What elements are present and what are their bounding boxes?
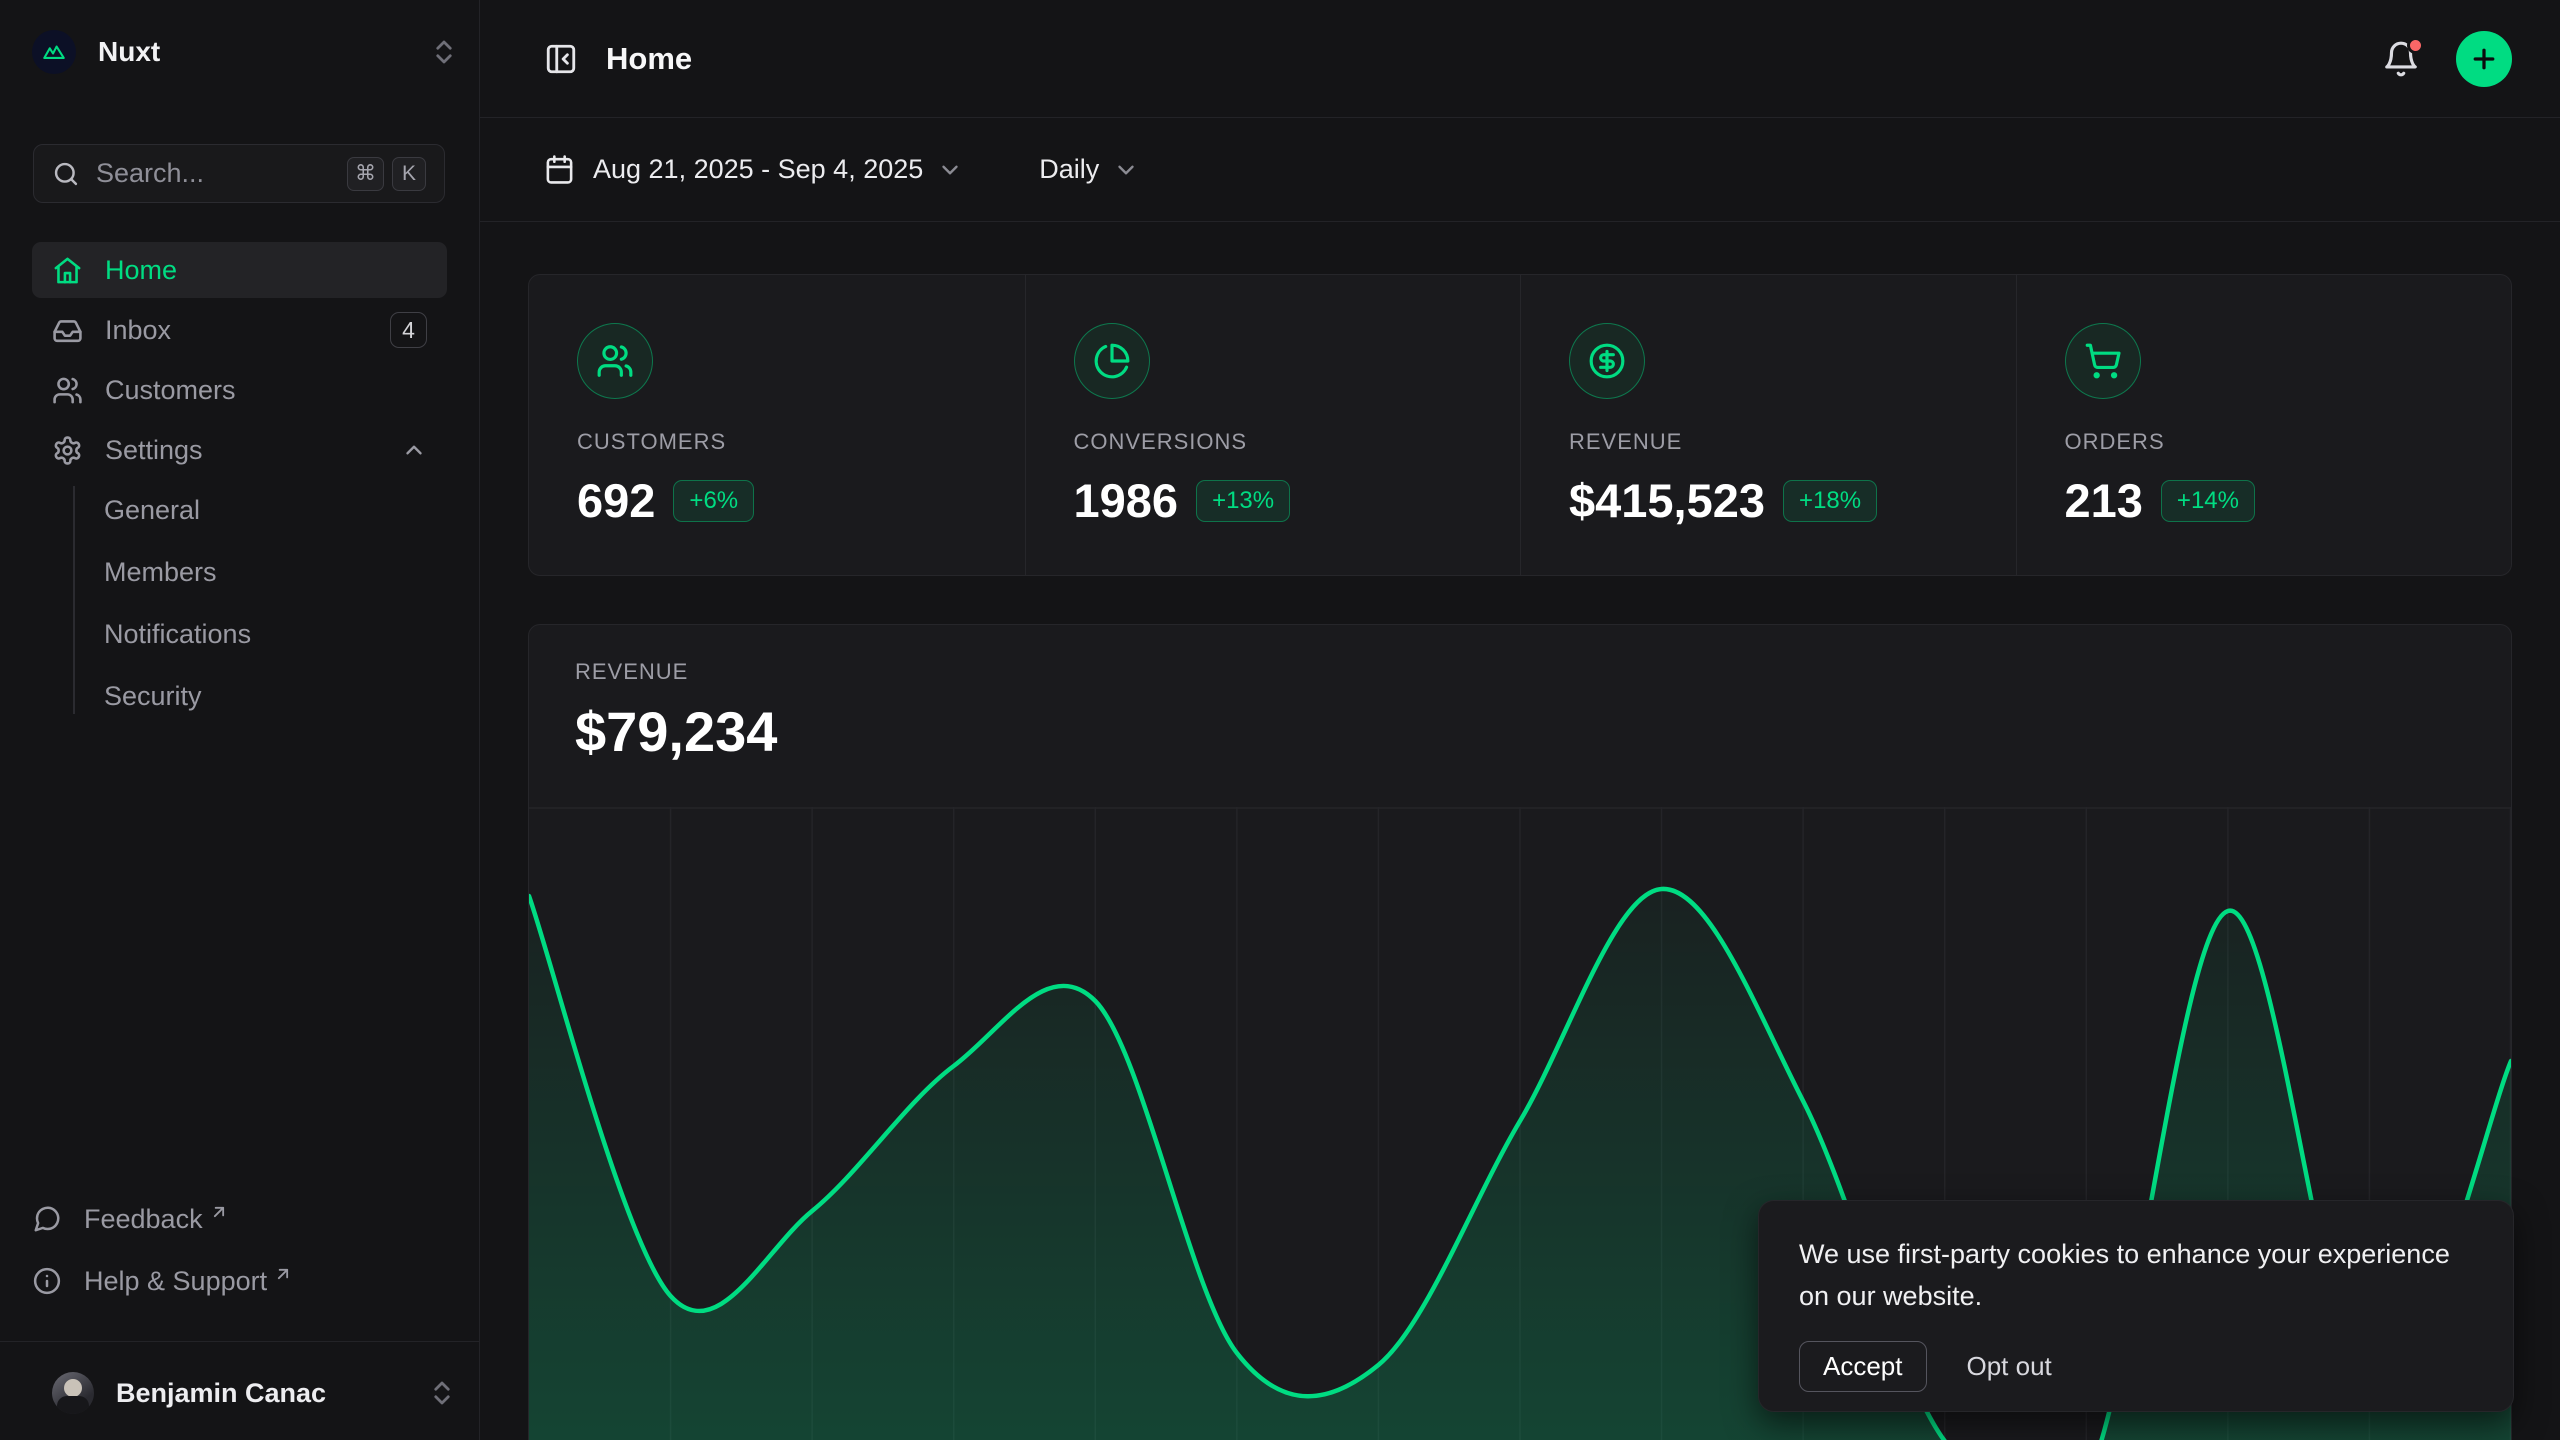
dollar-circle-icon bbox=[1569, 323, 1645, 399]
chevrons-up-down-icon bbox=[427, 1378, 457, 1408]
sidebar-item-label: Security bbox=[104, 681, 202, 712]
granularity-value: Daily bbox=[1039, 154, 1099, 185]
calendar-icon bbox=[544, 154, 575, 185]
stat-label: CONVERSIONS bbox=[1074, 429, 1521, 455]
accept-cookies-button[interactable]: Accept bbox=[1799, 1341, 1927, 1392]
search-placeholder: Search... bbox=[96, 158, 339, 189]
stat-label: CUSTOMERS bbox=[577, 429, 1025, 455]
sidebar-item-label: Home bbox=[105, 255, 177, 286]
sidebar-item-home[interactable]: Home bbox=[32, 242, 447, 298]
stat-delta-badge: +18% bbox=[1783, 480, 1877, 522]
users-icon bbox=[52, 375, 83, 406]
sidebar-nav: Home Inbox 4 bbox=[32, 242, 447, 730]
feedback-label: Feedback bbox=[84, 1204, 203, 1235]
users-icon bbox=[577, 323, 653, 399]
sidebar-item-label: Settings bbox=[105, 435, 203, 466]
chevron-down-icon bbox=[937, 157, 963, 183]
sidebar-item-general[interactable]: General bbox=[104, 482, 447, 538]
sidebar-footer: Feedback Help & Support bbox=[32, 1188, 447, 1312]
stat-card-revenue[interactable]: REVENUE $415,523 +18% bbox=[1520, 275, 2016, 575]
sidebar-item-members[interactable]: Members bbox=[104, 544, 447, 600]
stat-label: ORDERS bbox=[2065, 429, 2512, 455]
kbd-meta: ⌘ bbox=[347, 157, 384, 191]
stat-value: 213 bbox=[2065, 473, 2143, 528]
revenue-chart-label: REVENUE bbox=[575, 659, 2511, 685]
sidebar-item-security[interactable]: Security bbox=[104, 668, 447, 724]
sidebar-item-label: Customers bbox=[105, 375, 236, 406]
revenue-chart-total: $79,234 bbox=[575, 699, 2511, 764]
sidebar-item-settings[interactable]: Settings bbox=[32, 422, 447, 478]
cookie-banner: We use first-party cookies to enhance yo… bbox=[1758, 1200, 2514, 1412]
help-support-link[interactable]: Help & Support bbox=[32, 1250, 447, 1312]
chevrons-up-down-icon bbox=[429, 37, 459, 67]
notifications-button[interactable] bbox=[2382, 40, 2420, 78]
chevron-up-icon bbox=[401, 437, 427, 463]
user-menu[interactable]: Benjamin Canac bbox=[32, 1358, 459, 1428]
plus-icon bbox=[2469, 44, 2499, 74]
app-root: Nuxt Search... ⌘ K bbox=[0, 0, 2560, 1440]
sidebar-divider bbox=[0, 1341, 479, 1342]
inbox-icon bbox=[52, 315, 83, 346]
gear-icon bbox=[52, 435, 83, 466]
sidebar-item-customers[interactable]: Customers bbox=[32, 362, 447, 418]
stat-value: 692 bbox=[577, 473, 655, 528]
feedback-link[interactable]: Feedback bbox=[32, 1188, 447, 1250]
help-support-label: Help & Support bbox=[84, 1266, 267, 1297]
page-title: Home bbox=[606, 41, 2382, 77]
date-range-value: Aug 21, 2025 - Sep 4, 2025 bbox=[593, 154, 923, 185]
collapse-sidebar-button[interactable] bbox=[544, 42, 578, 76]
stat-delta-badge: +14% bbox=[2161, 480, 2255, 522]
page-header: Home bbox=[480, 0, 2560, 118]
sidebar: Nuxt Search... ⌘ K bbox=[0, 0, 480, 1440]
search-input[interactable]: Search... ⌘ K bbox=[33, 144, 445, 203]
shopping-cart-icon bbox=[2065, 323, 2141, 399]
sidebar-item-inbox[interactable]: Inbox 4 bbox=[32, 302, 447, 358]
cookie-message: We use first-party cookies to enhance yo… bbox=[1799, 1233, 2473, 1317]
stat-card-conversions[interactable]: CONVERSIONS 1986 +13% bbox=[1025, 275, 1521, 575]
search-icon bbox=[52, 160, 80, 188]
arrow-up-right-icon bbox=[273, 1264, 293, 1284]
sidebar-item-label: Members bbox=[104, 557, 217, 588]
stats-row: CUSTOMERS 692 +6% CONVERSIONS 1986 bbox=[528, 274, 2512, 576]
team-name: Nuxt bbox=[98, 36, 429, 68]
stat-label: REVENUE bbox=[1569, 429, 2016, 455]
stat-value: $415,523 bbox=[1569, 473, 1765, 528]
sidebar-item-notifications[interactable]: Notifications bbox=[104, 606, 447, 662]
sidebar-item-label: Notifications bbox=[104, 619, 251, 650]
stat-delta-badge: +13% bbox=[1196, 480, 1290, 522]
stat-delta-badge: +6% bbox=[673, 480, 754, 522]
granularity-select[interactable]: Daily bbox=[1039, 154, 1139, 185]
notification-dot bbox=[2407, 37, 2424, 54]
user-name: Benjamin Canac bbox=[116, 1378, 427, 1409]
stat-value: 1986 bbox=[1074, 473, 1179, 528]
kbd-k: K bbox=[392, 157, 426, 191]
inbox-count-badge: 4 bbox=[390, 312, 427, 348]
chevron-down-icon bbox=[1113, 157, 1139, 183]
add-button[interactable] bbox=[2456, 31, 2512, 87]
settings-children: General Members Notifications Security bbox=[32, 482, 447, 724]
info-icon bbox=[32, 1266, 62, 1296]
message-circle-icon bbox=[32, 1204, 62, 1234]
stat-card-customers[interactable]: CUSTOMERS 692 +6% bbox=[529, 275, 1025, 575]
sidebar-item-label: Inbox bbox=[105, 315, 171, 346]
user-avatar bbox=[52, 1372, 94, 1414]
date-range-picker[interactable]: Aug 21, 2025 - Sep 4, 2025 bbox=[544, 154, 963, 185]
nuxt-logo-icon bbox=[32, 30, 76, 74]
pie-chart-icon bbox=[1074, 323, 1150, 399]
team-switcher[interactable]: Nuxt bbox=[32, 24, 459, 80]
sidebar-item-label: General bbox=[104, 495, 200, 526]
filters-bar: Aug 21, 2025 - Sep 4, 2025 Daily bbox=[480, 118, 2560, 222]
stat-card-orders[interactable]: ORDERS 213 +14% bbox=[2016, 275, 2512, 575]
house-icon bbox=[52, 255, 83, 286]
arrow-up-right-icon bbox=[209, 1202, 229, 1222]
optout-cookies-button[interactable]: Opt out bbox=[1967, 1351, 2052, 1382]
